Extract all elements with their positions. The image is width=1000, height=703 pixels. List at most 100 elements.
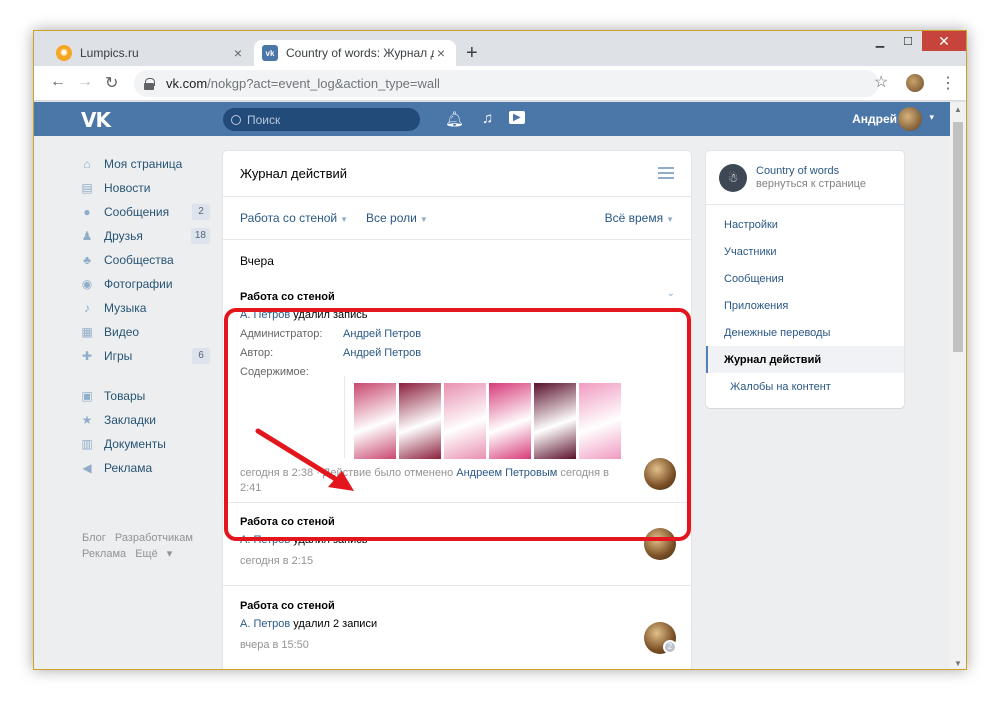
list-icon[interactable] (658, 167, 674, 182)
group-name[interactable]: Country of words (756, 165, 866, 177)
filter-time-dropdown[interactable]: Всё время ▼ (605, 211, 674, 225)
sidebar-item-label: Моя страница (104, 157, 183, 171)
group-menu-item[interactable]: Журнал действий (706, 346, 904, 373)
sidebar-item-label: Музыка (104, 301, 147, 315)
minimize-button[interactable]: ▁ (866, 31, 894, 51)
count-badge: 2 (663, 640, 677, 654)
tab-title: Country of words: Журнал действ (286, 46, 434, 60)
admin-link[interactable]: Андрей Петров (343, 328, 421, 340)
actor-link[interactable]: А. Петров (240, 618, 290, 630)
log-entry: Работа со стеной А. Петров удалил 2 запи… (223, 586, 691, 666)
browser-toolbar: ← → ↻ vk.com/nokgp?act=event_log&action_… (34, 66, 966, 101)
back-arrow-icon[interactable]: ← (50, 73, 66, 91)
footer-link[interactable]: Ещё ▾ (135, 548, 172, 560)
close-tab-icon[interactable]: × (231, 45, 245, 61)
new-tab-button[interactable]: + (466, 42, 478, 65)
tab-lumpics[interactable]: ✺ Lumpics.ru × (48, 40, 253, 66)
divider (80, 368, 210, 384)
filter-roles-dropdown[interactable]: Все роли ▼ (366, 211, 428, 225)
group-menu-item[interactable]: Настройки (706, 211, 904, 238)
scroll-up-icon[interactable]: ▲ (954, 105, 962, 114)
bookmark-star-icon[interactable]: ☆ (874, 72, 888, 92)
scrollbar-thumb[interactable] (953, 122, 963, 352)
tab-title: Lumpics.ru (80, 46, 139, 60)
search-icon (231, 114, 241, 125)
chevron-down-icon: ▼ (419, 215, 428, 224)
content-image[interactable] (534, 383, 576, 459)
chevron-down-icon[interactable]: ▾ (929, 112, 934, 123)
sidebar-item-label: Друзья (104, 229, 143, 243)
play-icon[interactable]: ▶ (509, 111, 525, 124)
content-image[interactable] (399, 383, 441, 459)
author-link[interactable]: Андрей Петров (343, 347, 421, 359)
content-image[interactable] (444, 383, 486, 459)
reload-icon[interactable]: ↻ (105, 73, 118, 93)
profile-avatar-icon[interactable] (906, 74, 924, 92)
undo-by-link[interactable]: Андреем Петровым (456, 467, 557, 479)
user-name[interactable]: Андрей (852, 112, 897, 126)
actor-link[interactable]: А. Петров (240, 309, 290, 321)
maximize-button[interactable]: ☐ (894, 31, 922, 51)
group-menu-item[interactable]: Жалобы на контент (706, 373, 904, 400)
group-menu-item[interactable]: Участники (706, 238, 904, 265)
vk-logo-icon[interactable]: VK (81, 108, 111, 132)
sidebar-item-docs[interactable]: ▥ Документы (80, 432, 210, 456)
page-title: Журнал действий (240, 166, 348, 181)
avatar[interactable] (644, 458, 676, 490)
page-title-bar: Журнал действий (223, 151, 691, 197)
sidebar-item-messages[interactable]: ● Сообщения 2 (80, 200, 210, 224)
sidebar-item-games[interactable]: ✚ Игры 6 (80, 344, 210, 368)
group-menu: Настройки Участники Сообщения Приложения Ден… (706, 205, 904, 400)
chevron-down-icon: ▼ (666, 215, 674, 224)
tab-vk[interactable]: vk Country of words: Журнал действ × (254, 40, 456, 66)
count-badge: 6 (192, 348, 210, 364)
entry-time: вчера в 15:50 (240, 639, 309, 651)
close-window-button[interactable]: ✕ (922, 31, 966, 51)
group-header[interactable]: ☃ Country of words вернуться к странице (706, 151, 904, 205)
search-input[interactable]: Поиск (223, 108, 420, 131)
avatar[interactable] (644, 528, 676, 560)
content-image[interactable] (489, 383, 531, 459)
filter-section-dropdown[interactable]: Работа со стеной ▼ (240, 211, 348, 225)
sidebar-item-friends[interactable]: ♟ Друзья 18 (80, 224, 210, 248)
back-link[interactable]: вернуться к странице (756, 178, 866, 190)
sidebar-item-camera[interactable]: ◉ Фотографии (80, 272, 210, 296)
group-menu-item[interactable]: Приложения (706, 292, 904, 319)
menu-dots-icon[interactable]: ⋮ (940, 73, 956, 93)
sidebar-item-ads[interactable]: ◀ Реклама (80, 456, 210, 480)
scrollbar[interactable]: ▲ ▼ (950, 102, 966, 669)
sidebar-item-music[interactable]: ♪ Музыка (80, 296, 210, 320)
sidebar-item-video[interactable]: ▦ Видео (80, 320, 210, 344)
sidebar-item-groups[interactable]: ♣ Сообщества (80, 248, 210, 272)
sidebar-item-label: Новости (104, 181, 151, 195)
titlebar: ✺ Lumpics.ru × vk Country of words: Журн… (34, 31, 966, 66)
group-menu-item[interactable]: Сообщения (706, 265, 904, 292)
sidebar-item-home[interactable]: ⌂ Моя страница (80, 152, 210, 176)
forward-arrow-icon[interactable]: → (77, 73, 93, 91)
content-image[interactable] (579, 383, 621, 459)
footer-link[interactable]: Блог (82, 532, 106, 544)
chevron-down-icon[interactable]: ⌄ (667, 288, 675, 299)
address-bar[interactable]: vk.com/nokgp?act=event_log&action_type=w… (134, 70, 879, 97)
url-path: /nokgp?act=event_log&action_type=wall (207, 76, 440, 91)
docs-icon: ▥ (81, 437, 93, 451)
close-tab-icon[interactable]: × (434, 45, 448, 61)
actor-link[interactable]: А. Петров (240, 534, 290, 546)
log-entry: Работа со стеной А. Петров удалил запись… (223, 503, 691, 583)
music-icon[interactable]: ♫ (482, 110, 493, 127)
event-log-card: Журнал действий Работа со стеной ▼ Все ро… (223, 151, 691, 669)
entry-title: Работа со стеной (240, 291, 335, 303)
footer-link[interactable]: Реклама (82, 548, 126, 560)
avatar[interactable] (898, 107, 922, 131)
day-label: Вчера (240, 254, 274, 268)
bell-icon[interactable]: 🔔︎ (445, 110, 464, 128)
sidebar-item-news[interactable]: ▤ Новости (80, 176, 210, 200)
sidebar-item-label: Фотографии (104, 277, 173, 291)
sidebar-item-shop[interactable]: ▣ Товары (80, 384, 210, 408)
vk-page: VK Поиск 🔔︎ ♫ ▶ Андрей ▾ ⌂ Моя страница ▤ Н… (34, 102, 952, 669)
entry-title: Работа со стеной (240, 600, 335, 612)
group-menu-item[interactable]: Денежные переводы (706, 319, 904, 346)
scroll-down-icon[interactable]: ▼ (954, 659, 962, 668)
sidebar-item-star[interactable]: ★ Закладки (80, 408, 210, 432)
footer-link[interactable]: Разработчикам (115, 532, 193, 544)
